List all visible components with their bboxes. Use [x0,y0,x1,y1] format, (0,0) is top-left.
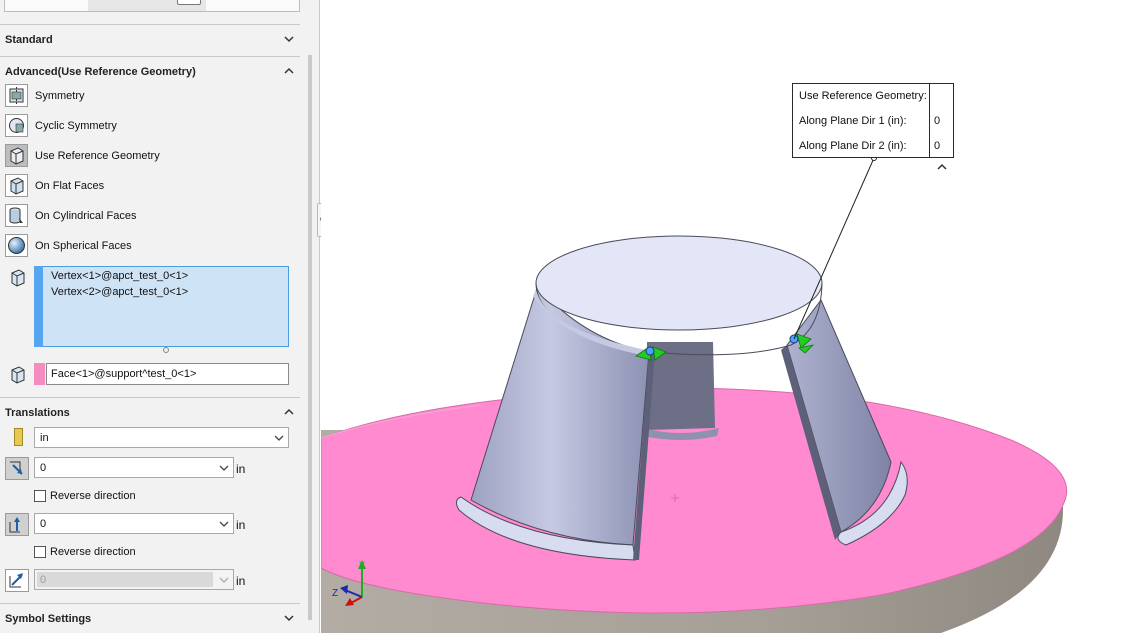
section-standard-title: Standard [5,34,53,46]
section-translations[interactable]: Translations [0,397,300,427]
option-use-reference-geometry[interactable]: Use Reference Geometry [5,144,295,168]
callout-label: Along Plane Dir 2 (in): [799,140,907,152]
list-item[interactable]: Vertex<2>@apct_test_0<1> [51,286,188,298]
entities-selection-icon [8,268,28,288]
reverse-direction-label: Reverse direction [50,490,136,502]
direction-2-distance-input[interactable]: 0 [34,513,234,534]
reverse-direction-label: Reverse direction [50,546,136,558]
callout-value[interactable]: 0 [934,140,940,152]
flat-faces-icon [5,174,28,197]
panel-scrollbar[interactable] [308,55,312,620]
reverse-direction-checkbox[interactable] [34,490,46,502]
option-on-spherical-faces[interactable]: On Spherical Faces [5,234,295,258]
option-on-flat-faces[interactable]: On Flat Faces [5,174,295,198]
direction-1-value: 0 [40,462,47,474]
chevron-down-icon [274,435,284,441]
parameter-callout[interactable]: Use Reference Geometry: Along Plane Dir … [792,83,954,158]
list-item[interactable]: Vertex<1>@apct_test_0<1> [51,270,188,282]
panel-top-button[interactable] [177,0,201,5]
property-manager-panel: Standard Advanced(Use Reference Geometry… [0,0,313,633]
chevron-down-icon[interactable] [219,463,229,473]
section-symbol-settings[interactable]: Symbol Settings [0,603,300,633]
listbox-resize-handle[interactable] [163,347,169,353]
face-selection-color [34,363,45,385]
reference-face-value: Face<1>@support^test_0<1> [51,368,197,380]
option-label: On Flat Faces [35,180,105,192]
callout-leader-line [793,157,875,340]
section-advanced-title: Advanced(Use Reference Geometry) [5,66,196,78]
cylindrical-faces-icon [5,204,28,227]
panel-top-strip [4,0,300,12]
direction-2-icon [5,513,29,536]
chevron-up-icon[interactable] [284,407,294,417]
listbox-selection-strip [34,266,43,347]
callout-divider [929,84,930,157]
chevron-down-icon [219,577,229,583]
option-label: Symmetry [35,90,85,102]
ruler-icon [14,428,23,446]
option-symmetry[interactable]: Symmetry [5,84,295,108]
spherical-faces-icon [5,234,28,257]
section-translations-title: Translations [5,407,70,419]
entities-listbox[interactable]: Vertex<1>@apct_test_0<1> Vertex<2>@apct_… [34,266,289,347]
option-label: Cyclic Symmetry [35,120,117,132]
section-symbol-settings-title: Symbol Settings [5,613,92,625]
symmetry-icon [5,84,28,107]
graphics-viewport[interactable]: Z Y [321,0,1127,633]
option-label: On Cylindrical Faces [35,210,137,222]
direction-3-icon [5,569,29,592]
option-label: On Spherical Faces [35,240,132,252]
triad-z-label: Z [332,588,338,599]
reverse-direction-checkbox[interactable] [34,546,46,558]
direction-2-unit: in [236,518,246,532]
callout-label: Along Plane Dir 1 (in): [799,115,907,127]
reference-face-field[interactable]: Face<1>@support^test_0<1> [46,363,289,385]
chevron-up-icon[interactable] [284,66,294,76]
panel-splitter[interactable] [313,0,320,633]
direction-1-unit: in [236,462,246,476]
callout-label: Use Reference Geometry: [799,90,927,102]
units-select[interactable]: in [34,427,289,448]
direction-3-unit: in [236,574,246,588]
callout-value[interactable]: 0 [934,115,940,127]
reference-face-icon [8,365,28,385]
direction-1-icon [5,457,29,480]
direction-3-distance-input: 0 [34,569,234,590]
section-standard[interactable]: Standard [0,24,300,54]
section-advanced[interactable]: Advanced(Use Reference Geometry) [0,56,300,86]
chevron-down-icon[interactable] [284,613,294,623]
chevron-up-icon[interactable] [936,162,948,172]
model-view: Z Y [321,155,1068,633]
chevron-down-icon[interactable] [284,34,294,44]
option-label: Use Reference Geometry [35,150,160,162]
chevron-down-icon[interactable] [219,519,229,529]
disabled-fill [37,572,213,587]
direction-2-value: 0 [40,518,47,530]
reference-geometry-icon [5,144,28,167]
triad-y-label: Y [359,560,365,570]
direction-3-value: 0 [40,574,47,586]
units-value: in [40,432,49,444]
option-cyclic-symmetry[interactable]: Cyclic Symmetry [5,114,295,138]
direction-1-distance-input[interactable]: 0 [34,457,234,478]
cyclic-symmetry-icon [5,114,28,137]
option-on-cylindrical-faces[interactable]: On Cylindrical Faces [5,204,295,228]
